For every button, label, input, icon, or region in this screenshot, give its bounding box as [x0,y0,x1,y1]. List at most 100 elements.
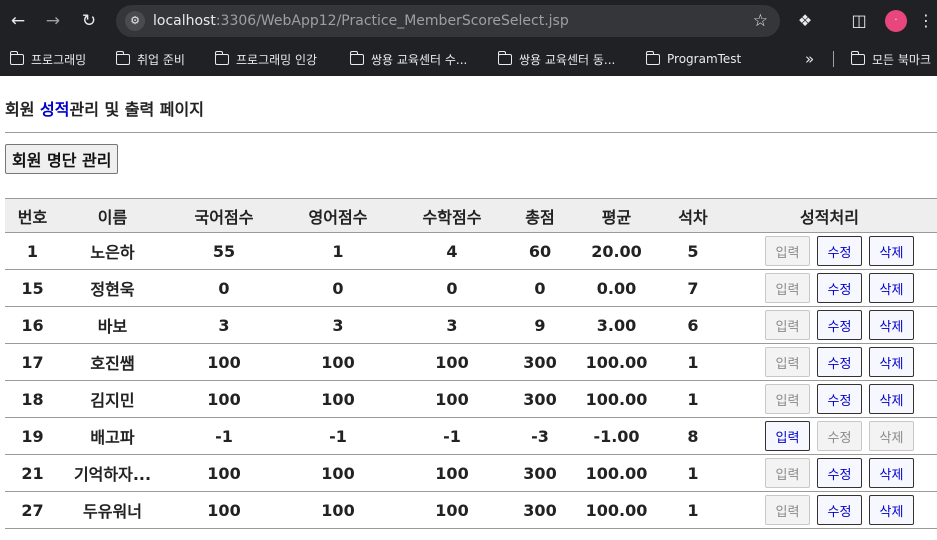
cell-mat: 100 [393,343,511,381]
insert-button[interactable]: 입력 [765,421,810,451]
table-row: 16 바보 3 3 3 9 3.00 6 입력 수정 삭제 [5,306,937,344]
folder-icon [9,50,24,65]
all-bookmarks-folder[interactable]: 모든 북마크 [850,42,931,76]
insert-button[interactable]: 입력 [765,384,810,414]
cell-actions: 입력 수정 삭제 [722,380,937,418]
bookmark-folder[interactable]: 쌍용 교육센터 동... [497,42,616,76]
cell-no: 18 [5,380,60,418]
row-actions: 입력 수정 삭제 [722,458,937,488]
cell-tot: 300 [511,380,569,418]
cell-avg: 0.00 [569,269,664,307]
delete-button[interactable]: 삭제 [869,421,914,451]
header-eng: 영어점수 [283,198,393,233]
cell-no: 1 [5,232,60,270]
delete-button[interactable]: 삭제 [869,458,914,488]
browser-toolbar: ← → ↻ ⚙ localhost:3306/WebApp12/Practice… [0,0,937,42]
insert-button[interactable]: 입력 [765,347,810,377]
bookmark-folder[interactable]: 취업 준비 [115,42,185,76]
horizontal-rule [5,132,937,133]
cell-no: 19 [5,417,60,455]
cell-no: 27 [5,491,60,529]
site-info-icon[interactable]: ⚙ [125,11,145,31]
cell-tot: 300 [511,454,569,492]
cell-mat: 100 [393,380,511,418]
delete-button[interactable]: 삭제 [869,310,914,340]
folder-icon [497,50,512,65]
header-avg: 평균 [569,198,664,233]
cell-actions: 입력 수정 삭제 [722,343,937,381]
bookmarks-overflow-icon[interactable]: » [805,49,814,69]
insert-button[interactable]: 입력 [765,310,810,340]
bookmark-folder[interactable]: ProgramTest [645,42,741,76]
bookmark-folder[interactable]: 쌍용 교육센터 수... [349,42,467,76]
update-button[interactable]: 수정 [817,384,862,414]
cell-mat: 3 [393,306,511,344]
profile-avatar[interactable]: · [885,10,907,32]
cell-name: 호진쌤 [60,343,165,381]
cell-name: 두유워너 [60,491,165,529]
cell-no: 15 [5,269,60,307]
address-bar[interactable]: ⚙ localhost:3306/WebApp12/Practice_Membe… [116,5,780,37]
bookmark-star-icon[interactable]: ☆ [753,10,768,32]
cell-eng: 100 [283,454,393,492]
table-header-row: 번호 이름 국어점수 영어점수 수학점수 총점 평균 석차 성적처리 [5,198,937,233]
cell-name: 바보 [60,306,165,344]
cell-name: 기억하자... [60,454,165,492]
insert-button[interactable]: 입력 [765,273,810,303]
insert-button[interactable]: 입력 [765,458,810,488]
update-button[interactable]: 수정 [817,421,862,451]
update-button[interactable]: 수정 [817,236,862,266]
url-text[interactable]: localhost:3306/WebApp12/Practice_MemberS… [153,12,569,30]
cell-name: 김지민 [60,380,165,418]
cell-mat: 100 [393,454,511,492]
cell-avg: -1.00 [569,417,664,455]
cell-eng: 100 [283,380,393,418]
title-suffix: 관리 및 출력 페이지 [69,100,204,119]
bookmark-label: 프로그래밍 [31,52,87,67]
menu-dots-icon[interactable]: ⋮ [918,9,934,33]
insert-button[interactable]: 입력 [765,495,810,525]
page-title: 회원 성적관리 및 출력 페이지 [5,96,204,120]
cell-rank: 5 [664,232,722,270]
update-button[interactable]: 수정 [817,495,862,525]
delete-button[interactable]: 삭제 [869,347,914,377]
update-button[interactable]: 수정 [817,273,862,303]
extensions-puzzle-icon[interactable]: ❖ [793,9,817,33]
member-list-button[interactable]: 회원 명단 관리 [5,144,119,174]
back-arrow-icon[interactable]: ← [6,9,30,33]
forward-arrow-icon[interactable]: → [41,9,65,33]
cell-actions: 입력 수정 삭제 [722,269,937,307]
header-no: 번호 [5,198,60,233]
url-host: localhost [153,13,216,29]
page-content: 회원 성적관리 및 출력 페이지 회원 명단 관리 번호 이름 국어점수 영어점… [0,76,937,540]
update-button[interactable]: 수정 [817,310,862,340]
cell-actions: 입력 수정 삭제 [722,491,937,529]
delete-button[interactable]: 삭제 [869,273,914,303]
header-kor: 국어점수 [165,198,283,233]
side-panel-icon[interactable]: ◫ [847,9,871,33]
cell-kor: 100 [165,380,283,418]
delete-button[interactable]: 삭제 [869,236,914,266]
cell-avg: 100.00 [569,343,664,381]
insert-button[interactable]: 입력 [765,236,810,266]
cell-kor: -1 [165,417,283,455]
title-accent: 성적 [40,100,70,119]
update-button[interactable]: 수정 [817,347,862,377]
row-actions: 입력 수정 삭제 [722,236,937,266]
update-button[interactable]: 수정 [817,458,862,488]
cell-kor: 100 [165,491,283,529]
cell-actions: 입력 수정 삭제 [722,306,937,344]
bookmark-folder[interactable]: 프로그래밍 [9,42,87,76]
cell-kor: 55 [165,232,283,270]
delete-button[interactable]: 삭제 [869,495,914,525]
bookmark-folder[interactable]: 프로그래밍 인강 [214,42,317,76]
cell-no: 16 [5,306,60,344]
cell-rank: 7 [664,269,722,307]
reload-icon[interactable]: ↻ [77,9,101,33]
cell-mat: -1 [393,417,511,455]
delete-button[interactable]: 삭제 [869,384,914,414]
cell-kor: 100 [165,343,283,381]
bookmark-label: 쌍용 교육센터 동... [519,52,616,67]
cell-actions: 입력 수정 삭제 [722,454,937,492]
cell-kor: 0 [165,269,283,307]
